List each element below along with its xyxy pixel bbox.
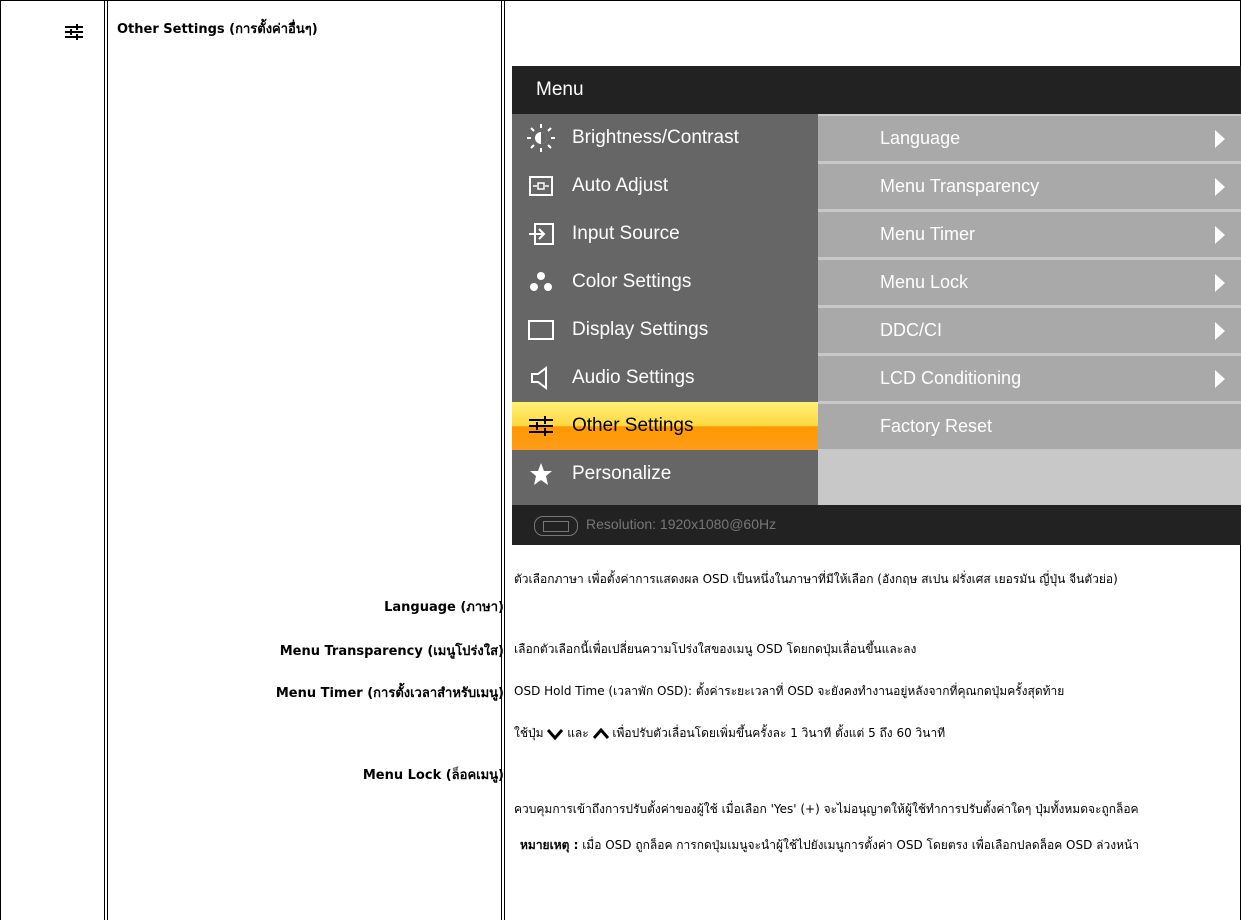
arrow-right-icon [1215, 321, 1225, 340]
menu-item-label: Auto Adjust [572, 175, 669, 196]
arrow-right-icon [1215, 177, 1225, 196]
osd-menu: Menu Brightness/Contrast Auto Adjust Inp… [512, 66, 1241, 545]
menu-item-label: Audio Settings [572, 367, 695, 388]
submenu-item-factory-reset[interactable]: Factory Reset [818, 404, 1241, 449]
osd-main-menu: Brightness/Contrast Auto Adjust Input So… [512, 114, 818, 505]
arrow-right-icon [1215, 225, 1225, 244]
desc-text: และ [567, 726, 589, 740]
table-border-top [0, 0, 1241, 1]
auto-adjust-icon [526, 171, 556, 201]
submenu-label: Menu Timer [880, 224, 976, 244]
row-desc-language: ตัวเลือกภาษา เพื่อตั้งค่าการแสดงผล OSD เ… [514, 572, 1118, 586]
row-desc-menu-lock: ควบคุมการเข้าถึงการปรับตั้งค่าของผู้ใช้ … [514, 802, 1139, 816]
osd-header: Menu [512, 66, 1241, 114]
submenu-item-menu-transparency[interactable]: Menu Transparency [818, 164, 1241, 209]
submenu-label: Factory Reset [880, 416, 993, 436]
submenu-label: DDC/CI [880, 320, 942, 340]
star-icon [526, 459, 556, 489]
row-label-menu-timer: Menu Timer (การตั้งเวลาสำหรับเมนู) [275, 686, 504, 701]
desc-text: เพื่อปรับตัวเลื่อนโดยเพิ่มขึ้นครั้งละ 1 … [612, 726, 946, 740]
section-title: Other Settings (การตั้งค่าอื่นๆ) [117, 22, 318, 37]
submenu-label: LCD Conditioning [880, 368, 1022, 388]
menu-item-brightness-contrast[interactable]: Brightness/Contrast [512, 114, 818, 162]
arrow-right-icon [1215, 369, 1225, 388]
submenu-label: Language [880, 128, 961, 148]
menu-item-auto-adjust[interactable]: Auto Adjust [512, 162, 818, 210]
menu-item-label: Personalize [572, 463, 672, 484]
menu-item-display-settings[interactable]: Display Settings [512, 306, 818, 354]
row-desc-menu-timer-2: ใช้ปุ่ม และ เพื่อปรับตัวเลื่อนโดยเพิ่มขึ… [514, 724, 945, 743]
chevron-up-icon [592, 727, 609, 739]
table-divider [107, 0, 108, 920]
submenu-item-lcd-conditioning[interactable]: LCD Conditioning [818, 356, 1241, 401]
row-label-menu-transparency: Menu Transparency (เมนูโปร่งใส) [279, 644, 504, 659]
menu-item-audio-settings[interactable]: Audio Settings [512, 354, 818, 402]
sliders-icon [526, 411, 556, 441]
vga-connector-icon [534, 516, 578, 536]
table-divider [504, 0, 505, 920]
sliders-icon [65, 24, 83, 40]
row-desc-menu-transparency: เลือกตัวเลือกนี้เพื่อเปลี่ยนความโปร่งใสข… [514, 642, 917, 656]
row-desc-menu-timer: OSD Hold Time (เวลาพัก OSD): ตั้งค่าระยะ… [514, 684, 1065, 698]
submenu-item-menu-lock[interactable]: Menu Lock [818, 260, 1241, 305]
menu-item-input-source[interactable]: Input Source [512, 210, 818, 258]
chevron-down-icon [547, 728, 564, 740]
desc-text: ใช้ปุ่ม [514, 726, 544, 740]
table-border-left [0, 0, 1, 920]
display-rect-icon [526, 315, 556, 345]
osd-footer: Resolution: 1920x1080@60Hz [512, 505, 1241, 545]
menu-item-label: Input Source [572, 223, 680, 244]
note-label: หมายเหตุ : [520, 838, 579, 852]
input-source-icon [526, 219, 556, 249]
speaker-icon [526, 363, 556, 393]
arrow-right-icon [1215, 129, 1225, 148]
arrow-right-icon [1215, 273, 1225, 292]
submenu-item-ddc-ci[interactable]: DDC/CI [818, 308, 1241, 353]
menu-item-color-settings[interactable]: Color Settings [512, 258, 818, 306]
menu-item-personalize[interactable]: Personalize [512, 450, 818, 498]
menu-item-label: Other Settings [572, 415, 694, 436]
sun-icon [526, 123, 556, 153]
menu-item-label: Color Settings [572, 271, 692, 292]
submenu-label: Menu Lock [880, 272, 969, 292]
note-text: เมื่อ OSD ถูกล็อค การกดปุ่มเมนูจะนำผู้ใช… [582, 838, 1139, 852]
menu-item-label: Display Settings [572, 319, 709, 340]
osd-title: Menu [536, 79, 584, 100]
table-divider [104, 0, 105, 920]
resolution-text: Resolution: 1920x1080@60Hz [586, 516, 777, 532]
color-dots-icon [526, 267, 556, 297]
menu-item-label: Brightness/Contrast [572, 127, 739, 148]
submenu-item-menu-timer[interactable]: Menu Timer [818, 212, 1241, 257]
menu-item-other-settings[interactable]: Other Settings [512, 402, 818, 450]
osd-submenu: Language Menu Transparency Menu Timer Me… [818, 114, 1241, 505]
submenu-item-language[interactable]: Language [818, 116, 1241, 161]
row-label-language: Language (ภาษา) [384, 600, 504, 615]
row-label-menu-lock: Menu Lock (ล็อคเมนู) [362, 768, 504, 783]
row-note-menu-lock: หมายเหตุ : เมื่อ OSD ถูกล็อค การกดปุ่มเม… [520, 836, 1139, 855]
submenu-label: Menu Transparency [880, 176, 1040, 196]
